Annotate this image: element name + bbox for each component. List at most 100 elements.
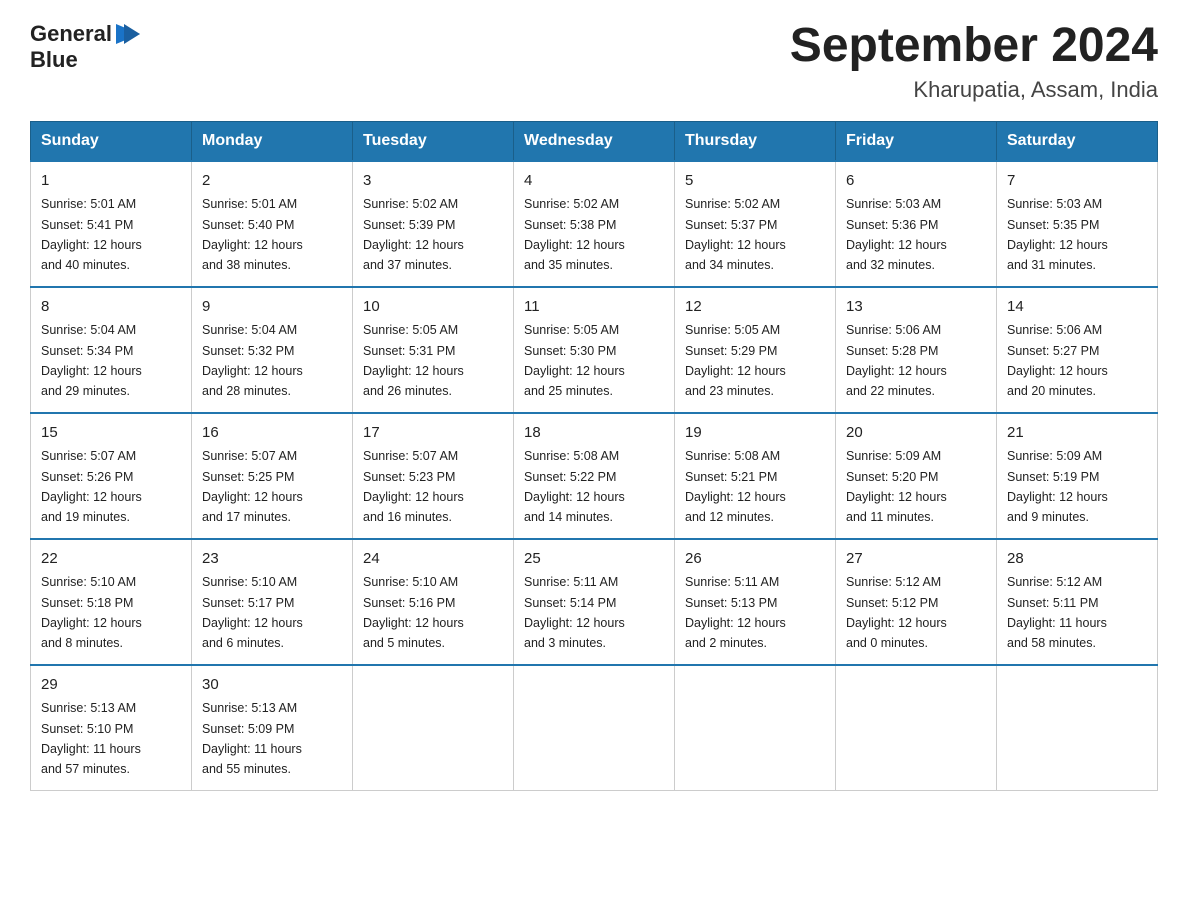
day-info: Sunrise: 5:04 AMSunset: 5:34 PMDaylight:…: [41, 323, 142, 398]
week-row-2: 8 Sunrise: 5:04 AMSunset: 5:34 PMDayligh…: [31, 287, 1158, 413]
day-info: Sunrise: 5:07 AMSunset: 5:25 PMDaylight:…: [202, 449, 303, 524]
day-number: 4: [524, 170, 664, 193]
calendar-cell: 12 Sunrise: 5:05 AMSunset: 5:29 PMDaylig…: [675, 287, 836, 413]
day-number: 23: [202, 548, 342, 571]
calendar-cell: 23 Sunrise: 5:10 AMSunset: 5:17 PMDaylig…: [192, 539, 353, 665]
page-header: General Blue September 2024 Kharupatia, …: [30, 20, 1158, 103]
header-monday: Monday: [192, 121, 353, 161]
calendar-cell: [675, 665, 836, 791]
day-number: 22: [41, 548, 181, 571]
calendar-cell: 13 Sunrise: 5:06 AMSunset: 5:28 PMDaylig…: [836, 287, 997, 413]
day-info: Sunrise: 5:06 AMSunset: 5:27 PMDaylight:…: [1007, 323, 1108, 398]
day-info: Sunrise: 5:13 AMSunset: 5:10 PMDaylight:…: [41, 701, 141, 776]
calendar-cell: 9 Sunrise: 5:04 AMSunset: 5:32 PMDayligh…: [192, 287, 353, 413]
day-info: Sunrise: 5:10 AMSunset: 5:18 PMDaylight:…: [41, 575, 142, 650]
calendar-cell: 17 Sunrise: 5:07 AMSunset: 5:23 PMDaylig…: [353, 413, 514, 539]
calendar-cell: 11 Sunrise: 5:05 AMSunset: 5:30 PMDaylig…: [514, 287, 675, 413]
day-info: Sunrise: 5:10 AMSunset: 5:17 PMDaylight:…: [202, 575, 303, 650]
day-info: Sunrise: 5:05 AMSunset: 5:29 PMDaylight:…: [685, 323, 786, 398]
day-info: Sunrise: 5:10 AMSunset: 5:16 PMDaylight:…: [363, 575, 464, 650]
day-number: 2: [202, 170, 342, 193]
day-number: 12: [685, 296, 825, 319]
calendar-header: SundayMondayTuesdayWednesdayThursdayFrid…: [31, 121, 1158, 161]
day-number: 10: [363, 296, 503, 319]
calendar-cell: [997, 665, 1158, 791]
calendar-cell: 10 Sunrise: 5:05 AMSunset: 5:31 PMDaylig…: [353, 287, 514, 413]
week-row-3: 15 Sunrise: 5:07 AMSunset: 5:26 PMDaylig…: [31, 413, 1158, 539]
logo-triangle-icon: [114, 20, 142, 48]
header-wednesday: Wednesday: [514, 121, 675, 161]
calendar-cell: 14 Sunrise: 5:06 AMSunset: 5:27 PMDaylig…: [997, 287, 1158, 413]
day-number: 3: [363, 170, 503, 193]
calendar-cell: 22 Sunrise: 5:10 AMSunset: 5:18 PMDaylig…: [31, 539, 192, 665]
day-number: 9: [202, 296, 342, 319]
day-number: 25: [524, 548, 664, 571]
calendar-cell: 28 Sunrise: 5:12 AMSunset: 5:11 PMDaylig…: [997, 539, 1158, 665]
day-number: 11: [524, 296, 664, 319]
day-number: 29: [41, 674, 181, 697]
calendar-cell: 25 Sunrise: 5:11 AMSunset: 5:14 PMDaylig…: [514, 539, 675, 665]
day-info: Sunrise: 5:11 AMSunset: 5:14 PMDaylight:…: [524, 575, 625, 650]
day-number: 5: [685, 170, 825, 193]
day-info: Sunrise: 5:05 AMSunset: 5:31 PMDaylight:…: [363, 323, 464, 398]
day-number: 14: [1007, 296, 1147, 319]
logo-text-blue: Blue: [30, 47, 78, 72]
day-number: 15: [41, 422, 181, 445]
week-row-4: 22 Sunrise: 5:10 AMSunset: 5:18 PMDaylig…: [31, 539, 1158, 665]
day-info: Sunrise: 5:08 AMSunset: 5:21 PMDaylight:…: [685, 449, 786, 524]
calendar-title: September 2024: [790, 20, 1158, 73]
calendar-cell: 19 Sunrise: 5:08 AMSunset: 5:21 PMDaylig…: [675, 413, 836, 539]
day-number: 21: [1007, 422, 1147, 445]
day-number: 26: [685, 548, 825, 571]
day-number: 20: [846, 422, 986, 445]
day-info: Sunrise: 5:06 AMSunset: 5:28 PMDaylight:…: [846, 323, 947, 398]
day-info: Sunrise: 5:11 AMSunset: 5:13 PMDaylight:…: [685, 575, 786, 650]
day-info: Sunrise: 5:07 AMSunset: 5:23 PMDaylight:…: [363, 449, 464, 524]
calendar-cell: 4 Sunrise: 5:02 AMSunset: 5:38 PMDayligh…: [514, 161, 675, 287]
calendar-cell: 15 Sunrise: 5:07 AMSunset: 5:26 PMDaylig…: [31, 413, 192, 539]
day-info: Sunrise: 5:02 AMSunset: 5:39 PMDaylight:…: [363, 197, 464, 272]
day-info: Sunrise: 5:01 AMSunset: 5:41 PMDaylight:…: [41, 197, 142, 272]
calendar-body: 1 Sunrise: 5:01 AMSunset: 5:41 PMDayligh…: [31, 161, 1158, 791]
day-info: Sunrise: 5:13 AMSunset: 5:09 PMDaylight:…: [202, 701, 302, 776]
day-number: 28: [1007, 548, 1147, 571]
logo-text-general: General: [30, 22, 112, 46]
header-row: SundayMondayTuesdayWednesdayThursdayFrid…: [31, 121, 1158, 161]
calendar-cell: 8 Sunrise: 5:04 AMSunset: 5:34 PMDayligh…: [31, 287, 192, 413]
day-number: 24: [363, 548, 503, 571]
day-info: Sunrise: 5:04 AMSunset: 5:32 PMDaylight:…: [202, 323, 303, 398]
day-info: Sunrise: 5:09 AMSunset: 5:20 PMDaylight:…: [846, 449, 947, 524]
calendar-cell: 6 Sunrise: 5:03 AMSunset: 5:36 PMDayligh…: [836, 161, 997, 287]
calendar-cell: [836, 665, 997, 791]
day-number: 1: [41, 170, 181, 193]
day-info: Sunrise: 5:02 AMSunset: 5:37 PMDaylight:…: [685, 197, 786, 272]
day-info: Sunrise: 5:12 AMSunset: 5:11 PMDaylight:…: [1007, 575, 1107, 650]
day-number: 17: [363, 422, 503, 445]
day-info: Sunrise: 5:03 AMSunset: 5:35 PMDaylight:…: [1007, 197, 1108, 272]
day-info: Sunrise: 5:12 AMSunset: 5:12 PMDaylight:…: [846, 575, 947, 650]
calendar-cell: 7 Sunrise: 5:03 AMSunset: 5:35 PMDayligh…: [997, 161, 1158, 287]
calendar-cell: 24 Sunrise: 5:10 AMSunset: 5:16 PMDaylig…: [353, 539, 514, 665]
calendar-cell: 26 Sunrise: 5:11 AMSunset: 5:13 PMDaylig…: [675, 539, 836, 665]
header-saturday: Saturday: [997, 121, 1158, 161]
day-info: Sunrise: 5:08 AMSunset: 5:22 PMDaylight:…: [524, 449, 625, 524]
day-number: 18: [524, 422, 664, 445]
day-info: Sunrise: 5:05 AMSunset: 5:30 PMDaylight:…: [524, 323, 625, 398]
week-row-5: 29 Sunrise: 5:13 AMSunset: 5:10 PMDaylig…: [31, 665, 1158, 791]
day-number: 13: [846, 296, 986, 319]
day-info: Sunrise: 5:07 AMSunset: 5:26 PMDaylight:…: [41, 449, 142, 524]
day-number: 19: [685, 422, 825, 445]
calendar-cell: 20 Sunrise: 5:09 AMSunset: 5:20 PMDaylig…: [836, 413, 997, 539]
calendar-subtitle: Kharupatia, Assam, India: [790, 77, 1158, 103]
day-info: Sunrise: 5:02 AMSunset: 5:38 PMDaylight:…: [524, 197, 625, 272]
day-number: 27: [846, 548, 986, 571]
day-number: 6: [846, 170, 986, 193]
title-block: September 2024 Kharupatia, Assam, India: [790, 20, 1158, 103]
day-number: 7: [1007, 170, 1147, 193]
header-sunday: Sunday: [31, 121, 192, 161]
day-number: 30: [202, 674, 342, 697]
week-row-1: 1 Sunrise: 5:01 AMSunset: 5:41 PMDayligh…: [31, 161, 1158, 287]
calendar-cell: 3 Sunrise: 5:02 AMSunset: 5:39 PMDayligh…: [353, 161, 514, 287]
calendar-cell: 21 Sunrise: 5:09 AMSunset: 5:19 PMDaylig…: [997, 413, 1158, 539]
calendar-cell: 2 Sunrise: 5:01 AMSunset: 5:40 PMDayligh…: [192, 161, 353, 287]
